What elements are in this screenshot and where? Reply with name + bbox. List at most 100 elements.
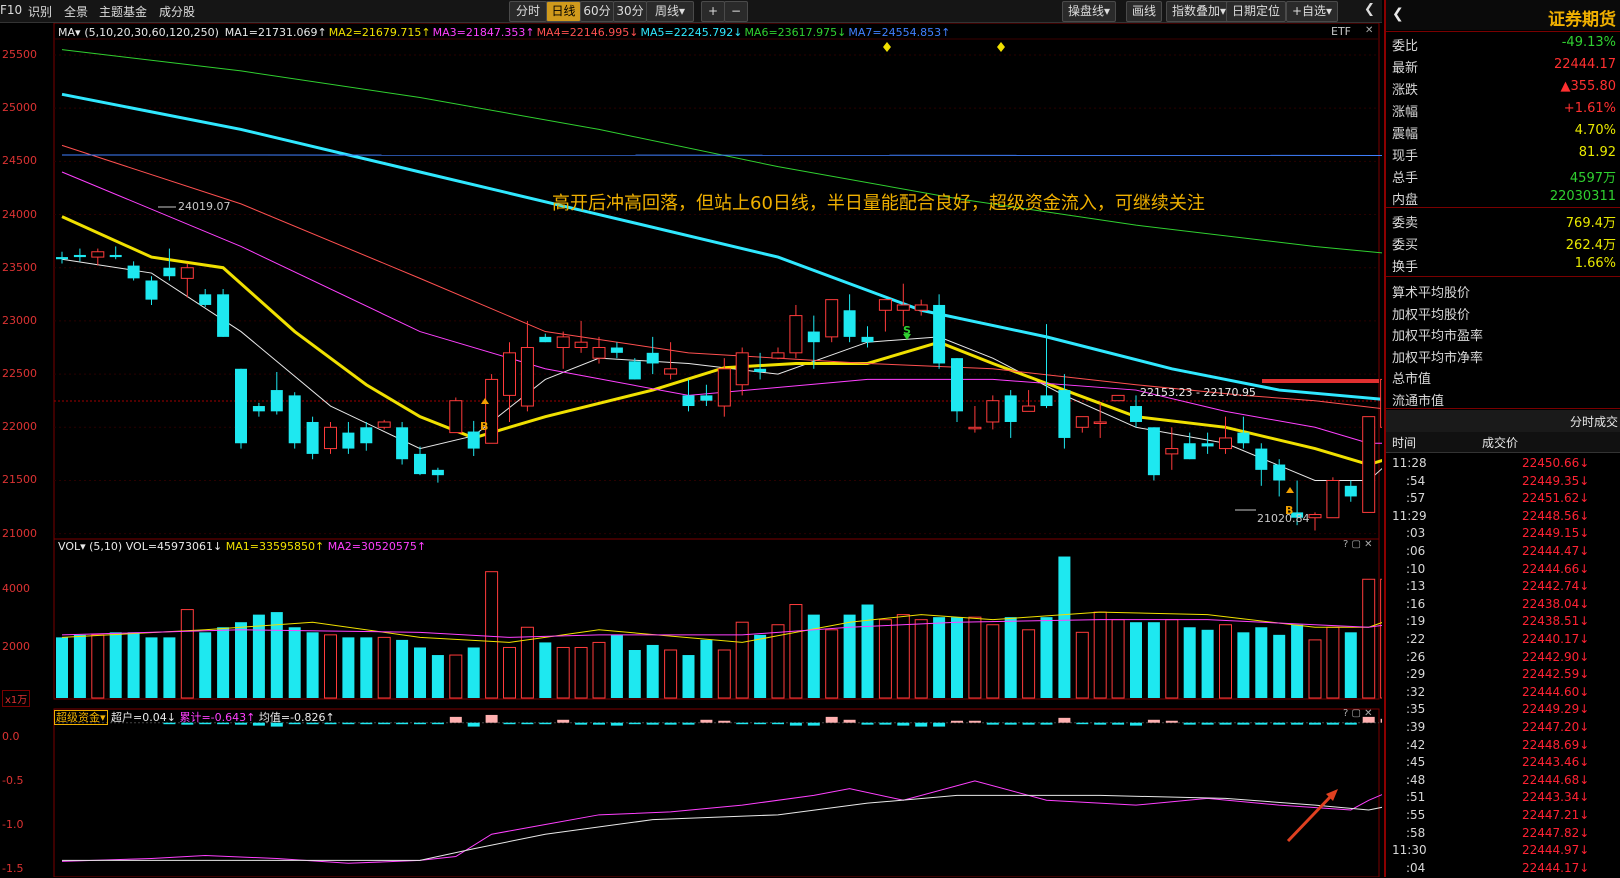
range-label: 22153.23 - 22170.95 xyxy=(1140,386,1256,399)
trade-row[interactable]: :45 22443.46↓ xyxy=(1392,754,1620,772)
volume-bar xyxy=(485,571,499,699)
close-icon[interactable]: ✕ xyxy=(1365,25,1373,36)
stat-key: 最新 xyxy=(1392,61,1419,76)
vol-title[interactable]: VOL▾ xyxy=(58,540,86,553)
trade-time: :58 xyxy=(1406,825,1426,840)
period-30min-tab[interactable]: 30分 xyxy=(613,1,647,22)
stat-row: 委买 262.4万 xyxy=(1392,232,1616,253)
fund-bar xyxy=(1040,722,1053,725)
candle-body xyxy=(1201,443,1214,447)
candle-body xyxy=(1273,464,1286,481)
trade-row[interactable]: :54 22449.35↓ xyxy=(1392,473,1620,491)
trade-row[interactable]: :10 22444.66↓ xyxy=(1392,561,1620,579)
main-y-tick: 25000 xyxy=(2,101,37,115)
stat-label-row: 算术平均股价 xyxy=(1392,280,1616,301)
vol-legend: VOL▾ (5,10) VOL=45973061↓ MA1=33595850↑ … xyxy=(58,540,426,553)
period-daily-tab[interactable]: 日线 xyxy=(546,1,581,22)
trade-line-dropdown[interactable]: 操盘线▾ xyxy=(1062,1,1117,22)
trade-row[interactable]: :19 22438.51↓ xyxy=(1392,613,1620,631)
fund-bar xyxy=(378,722,391,725)
fund-bar xyxy=(933,722,946,727)
trade-row[interactable]: :51 22443.34↓ xyxy=(1392,789,1620,807)
candle-body xyxy=(861,336,874,343)
trade-row[interactable]: :55 22447.21↓ xyxy=(1392,807,1620,825)
trade-row[interactable]: :26 22442.90↓ xyxy=(1392,649,1620,667)
col-time: 时间 xyxy=(1392,436,1417,450)
f10-button[interactable]: F10 xyxy=(0,3,22,17)
stat-row: 换手 1.66% xyxy=(1392,254,1616,275)
trade-row[interactable]: :42 22448.69↓ xyxy=(1392,737,1620,755)
back-arrow-icon[interactable]: ❮ xyxy=(1364,2,1375,17)
trade-row[interactable]: :03 22449.15↓ xyxy=(1392,525,1620,543)
trade-price: 22442.74↓ xyxy=(1522,579,1590,594)
fund-legend: 超级资金▾ 超户=0.04↓ 累计=-0.643↑ 均值=-0.826↑ xyxy=(54,709,335,725)
candle-body xyxy=(180,267,194,279)
fund-bar xyxy=(1094,722,1107,725)
stat-label: 加权平均股价 xyxy=(1392,307,1471,323)
components-button[interactable]: 成分股 xyxy=(159,3,195,20)
trade-row[interactable]: :22 22440.17↓ xyxy=(1392,631,1620,649)
identify-button[interactable]: 识别 xyxy=(28,3,52,20)
draw-line-button[interactable]: 画线 xyxy=(1126,1,1163,22)
trade-price: 22444.68↓ xyxy=(1522,772,1590,787)
trade-row[interactable]: :29 22442.59↓ xyxy=(1392,666,1620,684)
period-weekly-dropdown[interactable]: 周线▾ xyxy=(646,1,694,22)
fund-y-tick: 0.0 xyxy=(2,730,20,743)
trade-row[interactable]: :48 22444.68↓ xyxy=(1392,772,1620,790)
trade-row[interactable]: :57 22451.62↓ xyxy=(1392,490,1620,508)
ma-lines xyxy=(61,49,1382,481)
overview-button[interactable]: 全景 xyxy=(64,3,88,20)
trade-row[interactable]: :35 22449.29↓ xyxy=(1392,701,1620,719)
zoom-out-button[interactable]: − xyxy=(724,1,748,22)
fund-bar xyxy=(807,722,820,726)
panel-controls-icon[interactable]: ? ▢ ✕ xyxy=(1343,539,1373,550)
trade-row[interactable]: :13 22442.74↓ xyxy=(1392,578,1620,596)
panel-controls-icon[interactable]: ? ▢ ✕ xyxy=(1343,708,1373,719)
quote-panel: ❮ 证券期货 委比 -49.13% 最新 22444.17 涨跌 ▲355.80 涨幅 +1.… xyxy=(1384,0,1620,877)
candle-body xyxy=(735,352,749,386)
trade-row[interactable]: :32 22444.60↓ xyxy=(1392,684,1620,702)
trade-row[interactable]: :39 22447.20↓ xyxy=(1392,719,1620,737)
period-60min-tab[interactable]: 60分 xyxy=(580,1,614,22)
trade-row[interactable]: 11:30 22444.97↓ xyxy=(1392,842,1620,860)
candle-body xyxy=(109,254,122,258)
trade-row[interactable]: :04 22444.17↓ xyxy=(1392,860,1620,878)
candle-body xyxy=(73,254,86,258)
stat-row: 委比 -49.13% xyxy=(1392,33,1616,54)
theme-fund-button[interactable]: 主题基金 xyxy=(99,3,147,20)
trade-time: :29 xyxy=(1406,667,1426,682)
candle-body xyxy=(1308,514,1322,519)
trade-time: :42 xyxy=(1406,737,1426,752)
candle-body xyxy=(556,336,570,349)
volume-bar xyxy=(1362,578,1376,699)
ma-title[interactable]: MA▾ xyxy=(58,26,81,39)
volume-bar xyxy=(1111,619,1125,699)
trade-row[interactable]: 11:28 22450.66↓ xyxy=(1392,455,1620,473)
trade-price: 22442.90↓ xyxy=(1522,649,1590,664)
candle-body xyxy=(754,368,767,372)
volume-bar xyxy=(163,637,176,698)
date-locate-button[interactable]: 日期定位 xyxy=(1226,1,1287,22)
zoom-in-button[interactable]: + xyxy=(701,1,725,22)
trade-row[interactable]: :16 22438.04↓ xyxy=(1392,596,1620,614)
volume-bar xyxy=(1308,639,1322,699)
fund-bar xyxy=(1326,722,1339,725)
trade-row[interactable]: :06 22444.47↓ xyxy=(1392,543,1620,561)
fund-bar xyxy=(485,714,498,723)
fund-title-dropdown[interactable]: 超级资金▾ xyxy=(54,710,108,725)
trade-time: :19 xyxy=(1406,614,1426,629)
stat-value: +1.61% xyxy=(1563,101,1616,116)
index-overlay-dropdown[interactable]: 指数叠加▾ xyxy=(1166,1,1233,22)
trade-row[interactable]: :58 22447.82↓ xyxy=(1392,825,1620,843)
event-diamond-icon xyxy=(883,42,891,52)
period-intraday-tab[interactable]: 分时 xyxy=(509,1,547,22)
volume-bar xyxy=(1130,622,1142,698)
add-watchlist-dropdown[interactable]: +自选▾ xyxy=(1286,1,1339,22)
back-icon[interactable]: ❮ xyxy=(1392,6,1404,22)
candle-body xyxy=(1075,416,1089,428)
trade-row[interactable]: 11:29 22448.56↓ xyxy=(1392,508,1620,526)
main-y-tick: 21000 xyxy=(2,526,37,540)
volume-bar xyxy=(539,642,552,698)
volume-bar xyxy=(1219,624,1232,699)
trade-header[interactable]: 分时成交 xyxy=(1570,413,1618,430)
